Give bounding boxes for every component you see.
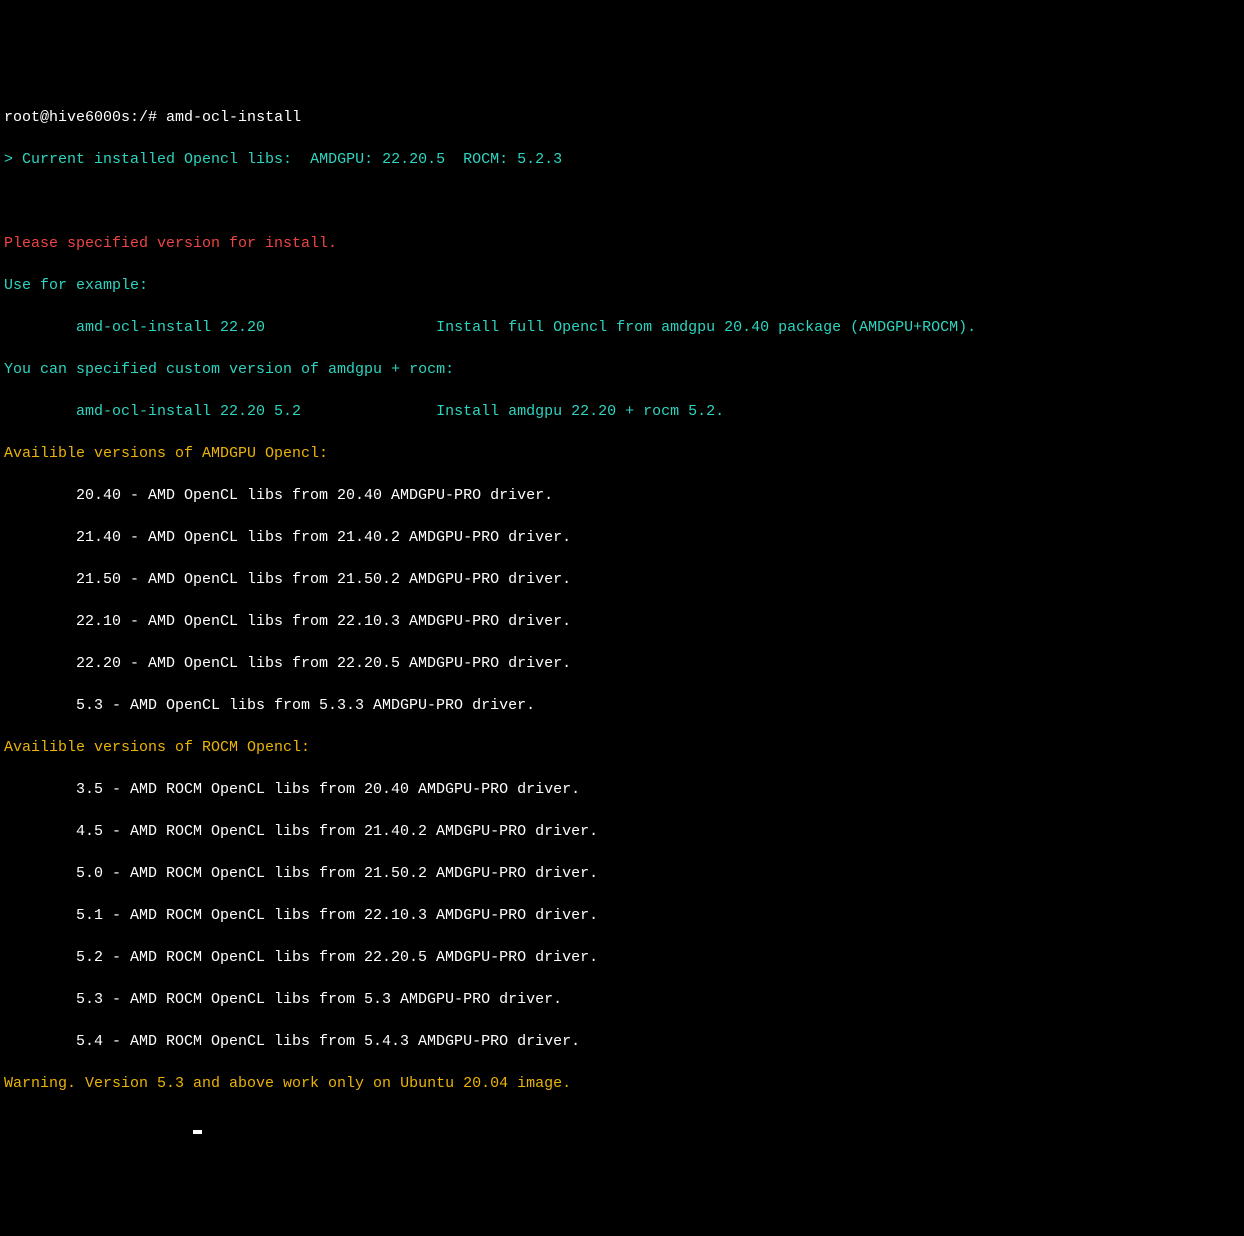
prompt-path: :/# [130, 109, 157, 126]
example-header: Use for example: [4, 275, 1240, 296]
rocm-header: Availible versions of ROCM Opencl: [4, 737, 1240, 758]
amdgpu-row: 21.40 - AMD OpenCL libs from 21.40.2 AMD… [4, 527, 1240, 548]
amdgpu-row: 5.3 - AMD OpenCL libs from 5.3.3 AMDGPU-… [4, 695, 1240, 716]
example-cmd-2: amd-ocl-install 22.20 5.2 Install amdgpu… [4, 401, 1240, 422]
rocm-row: 5.2 - AMD ROCM OpenCL libs from 22.20.5 … [4, 947, 1240, 968]
terminal-output: root@hive6000s:/# amd-ocl-install > Curr… [4, 86, 1240, 1157]
cursor-line[interactable] [4, 1115, 1240, 1136]
example-cmd-1: amd-ocl-install 22.20 Install full Openc… [4, 317, 1240, 338]
rocm-row: 4.5 - AMD ROCM OpenCL libs from 21.40.2 … [4, 821, 1240, 842]
rocm-row: 5.3 - AMD ROCM OpenCL libs from 5.3 AMDG… [4, 989, 1240, 1010]
status-line: > Current installed Opencl libs: AMDGPU:… [4, 149, 1240, 170]
amdgpu-row: 21.50 - AMD OpenCL libs from 21.50.2 AMD… [4, 569, 1240, 590]
status-label: Current installed Opencl libs: [22, 151, 310, 168]
amdgpu-row: 22.10 - AMD OpenCL libs from 22.10.3 AMD… [4, 611, 1240, 632]
example-custom-header: You can specified custom version of amdg… [4, 359, 1240, 380]
warning-line: Warning. Version 5.3 and above work only… [4, 1073, 1240, 1094]
cursor-icon [193, 1130, 202, 1134]
status-prefix: > [4, 151, 22, 168]
prompt-command: amd-ocl-install [157, 109, 301, 126]
rocm-row: 5.0 - AMD ROCM OpenCL libs from 21.50.2 … [4, 863, 1240, 884]
prompt-user-host: root@hive6000s [4, 109, 130, 126]
rocm-row: 5.4 - AMD ROCM OpenCL libs from 5.4.3 AM… [4, 1031, 1240, 1052]
status-amdgpu-ver: 22.20.5 [382, 151, 445, 168]
amdgpu-row: 22.20 - AMD OpenCL libs from 22.20.5 AMD… [4, 653, 1240, 674]
status-rocm-label: ROCM: [445, 151, 517, 168]
amdgpu-header: Availible versions of AMDGPU Opencl: [4, 443, 1240, 464]
amdgpu-row: 20.40 - AMD OpenCL libs from 20.40 AMDGP… [4, 485, 1240, 506]
rocm-row: 3.5 - AMD ROCM OpenCL libs from 20.40 AM… [4, 779, 1240, 800]
status-amdgpu-label: AMDGPU: [310, 151, 382, 168]
rocm-row: 5.1 - AMD ROCM OpenCL libs from 22.10.3 … [4, 905, 1240, 926]
error-line: Please specified version for install. [4, 233, 1240, 254]
status-rocm-ver: 5.2.3 [517, 151, 562, 168]
prompt-line[interactable]: root@hive6000s:/# amd-ocl-install [4, 107, 1240, 128]
